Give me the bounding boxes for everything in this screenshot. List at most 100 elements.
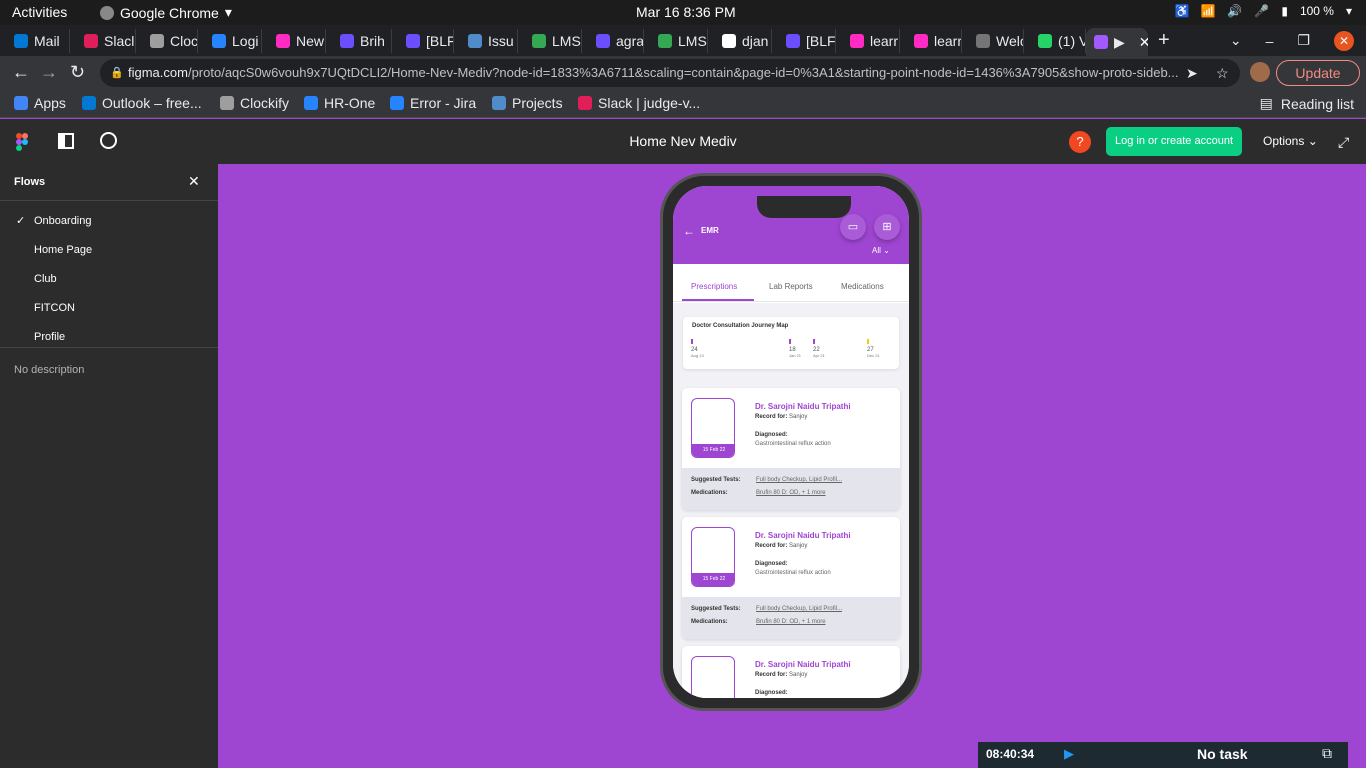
volume-icon[interactable]: 🔊 [1227,4,1242,18]
suggested-tests-link[interactable]: Full body Checkup, Lipid Profil... [756,477,842,483]
bookmark-item[interactable]: Slack | judge-v... [578,95,700,111]
reading-list-button[interactable]: ▤ Reading list [1260,95,1354,112]
close-window-icon[interactable]: ✕ [1334,30,1354,51]
star-icon[interactable]: ☆ [1216,65,1229,82]
wifi-icon[interactable]: 📶 [1200,4,1215,18]
bookmark-item[interactable]: Clockify [220,95,289,111]
battery-icon[interactable]: ▮ [1281,4,1288,18]
play-icon[interactable]: ▶ [1064,746,1074,762]
add-square-icon[interactable]: ⊞ [874,214,900,240]
bookmark-item[interactable]: Projects [492,95,563,111]
new-tab-icon[interactable]: + [1158,29,1170,52]
prescription-card[interactable]: 15 Feb 22 Dr. Sarojni Naidu Tripathi Recor… [682,388,900,510]
close-tab-icon[interactable]: ✕ [1139,34,1148,51]
browser-tab[interactable]: Logi [198,29,262,53]
card-footer: Suggested Tests: Full body Checkup, Lipid… [682,468,900,510]
filter-dropdown[interactable]: All ⌄ [872,246,890,255]
card-footer: Suggested Tests: Full body Checkup, Lipid… [682,597,900,639]
options-menu[interactable]: Options ⌄ [1263,134,1318,148]
tab-label: LMS [552,33,581,49]
browser-tab[interactable]: Mail [0,29,70,53]
bookmark-item[interactable]: Outlook – free... [82,95,202,111]
prescription-card[interactable]: 15 Feb 22 Dr. Sarojni Naidu Tripathi Recor… [682,646,900,698]
browser-tab[interactable]: (1) V [1024,29,1086,53]
journey-month: Apr 21 [813,353,825,358]
browser-tab[interactable]: [BLF [392,29,454,53]
folder-icon[interactable]: ▭ [840,214,866,240]
bookmark-item[interactable]: Error - Jira [390,95,476,111]
journey-point[interactable]: 22 Apr 21 [813,339,825,358]
medications-link[interactable]: Brufin 80 D: OD, + 1 more [756,619,826,625]
timer-value: 08:40:34 [986,747,1035,761]
browser-tab[interactable]: LMS [518,29,582,53]
forward-icon[interactable]: → [40,62,58,83]
flow-item-profile[interactable]: Profile [34,331,65,343]
back-arrow-icon[interactable]: ← [683,224,695,238]
minimize-icon[interactable]: – [1266,33,1274,49]
maximize-icon[interactable]: ❐ [1297,32,1310,49]
tab-medications[interactable]: Medications [841,282,884,291]
diagnosed-label: Diagnosed: [755,561,788,567]
flow-item-home-page[interactable]: Home Page [34,244,92,256]
help-button[interactable]: ? [1069,131,1091,153]
prescription-thumbnail[interactable]: 15 Feb 22 [691,398,735,458]
prescription-card[interactable]: 15 Feb 22 Dr. Sarojni Naidu Tripathi Recor… [682,517,900,639]
browser-tab[interactable]: [BLF [772,29,836,53]
accessibility-icon[interactable]: ♿ [1174,4,1189,18]
lock-icon[interactable]: 🔒 [110,59,124,87]
browser-tab[interactable]: djan [708,29,772,53]
browser-tab[interactable]: New [262,29,326,53]
record-for-value: Sanjoy [789,543,808,549]
activities-button[interactable]: Activities [12,4,67,20]
send-icon[interactable]: ➤ [1186,65,1198,82]
tab-label: (1) V [1058,33,1086,49]
journey-point[interactable]: 24 Aug 13 [691,339,704,358]
medications-link[interactable]: Brufin 80 D: OD, + 1 more [756,490,826,496]
app-menu[interactable]: Google Chrome ▾ [100,4,232,21]
open-external-icon[interactable]: ⧉ [1322,745,1332,762]
prescription-thumbnail[interactable]: 15 Feb 22 [691,527,735,587]
microphone-icon[interactable]: 🎤 [1254,4,1269,18]
flows-heading: Flows [14,176,46,188]
flow-item-club[interactable]: Club [34,273,57,285]
reload-icon[interactable]: ↻ [70,62,85,83]
flow-item-fitcon[interactable]: FITCON [34,302,75,314]
prescription-thumbnail[interactable]: 15 Feb 22 [691,656,735,698]
browser-tab[interactable]: Brih [326,29,392,53]
tab-search-icon[interactable]: ⌄ [1230,32,1242,49]
login-button[interactable]: Log in or create account [1106,127,1242,156]
back-icon[interactable]: ← [12,62,30,83]
journey-point[interactable]: 27 Dec 21 [867,339,880,358]
browser-tab-active[interactable]: ▶ ✕ [1086,28,1148,56]
flow-item-onboarding[interactable]: ✓ Onboarding [16,215,92,227]
clock[interactable]: Mar 16 8:36 PM [636,4,736,20]
fullscreen-icon[interactable]: ⤢ [1338,134,1349,151]
bookmark-label: HR-One [324,95,376,111]
bookmark-favicon-icon [82,96,96,110]
close-icon[interactable]: ✕ [188,173,200,190]
profile-avatar[interactable] [1250,62,1270,82]
system-tray[interactable]: ♿ 📶 🔊 🎤 ▮ 100 % ▾ [1174,4,1352,18]
tab-lab-reports[interactable]: Lab Reports [769,282,813,291]
browser-tab[interactable]: LMS [644,29,708,53]
flow-item-label: Onboarding [34,215,92,227]
phone-notch [757,196,851,218]
journey-map-card[interactable]: Doctor Consultation Journey Map 24 Aug 13… [683,317,899,369]
browser-tab[interactable]: Cloc [136,29,198,53]
browser-tab[interactable]: learr [836,29,900,53]
bookmark-item[interactable]: Apps [14,95,66,111]
browser-tab[interactable]: Issu [454,29,518,53]
browser-tab[interactable]: learr [900,29,962,53]
bookmark-item[interactable]: HR-One [304,95,375,111]
browser-tab[interactable]: Welc [962,29,1024,53]
browser-tab[interactable]: agra [582,29,644,53]
update-button[interactable]: Update [1276,60,1360,86]
address-bar[interactable]: 🔒 figma.com/proto/aqcS0w6vouh9x7UQtDCLI2… [100,59,1240,87]
journey-point[interactable]: 18 Jan 21 [789,339,801,358]
tab-prescriptions[interactable]: Prescriptions [691,282,737,291]
chevron-down-icon[interactable]: ▾ [1346,4,1352,18]
prototype-screen[interactable]: ← EMR ▭ ⊞ All ⌄ Prescriptions Lab Report… [673,186,909,698]
browser-tab[interactable]: Slacl [70,29,136,53]
tab-label: [BLF [806,33,836,49]
suggested-tests-link[interactable]: Full body Checkup, Lipid Profil... [756,606,842,612]
